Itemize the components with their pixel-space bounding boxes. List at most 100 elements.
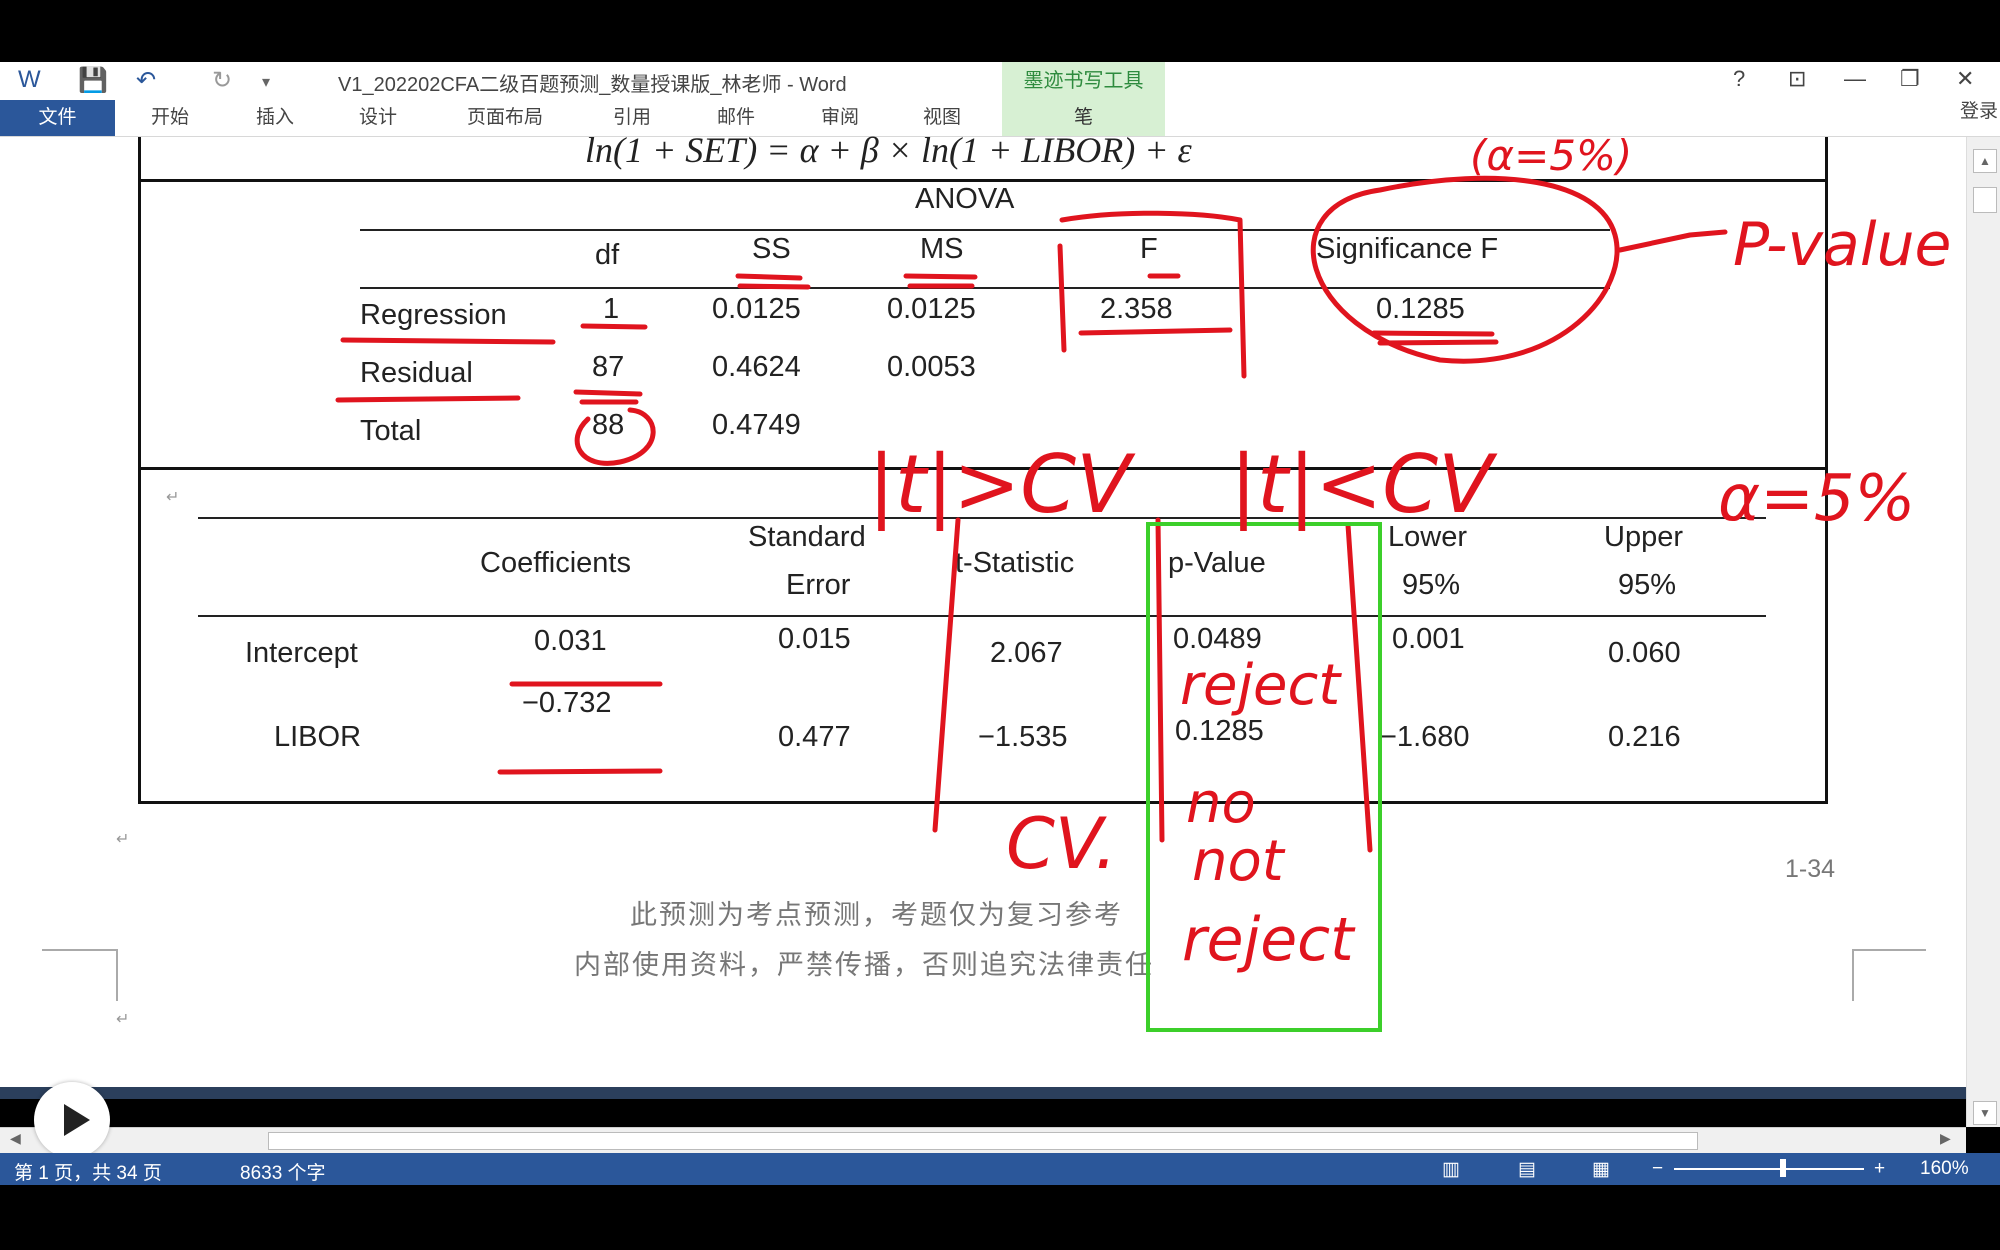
redo-icon[interactable]: ↻ bbox=[212, 66, 232, 95]
scroll-left-icon[interactable]: ◀ bbox=[10, 1130, 21, 1147]
play-button[interactable] bbox=[34, 1082, 110, 1158]
anova-cell-ss: 0.4749 bbox=[712, 409, 801, 441]
anova-header-df: df bbox=[595, 239, 620, 271]
anova-cell-ms: 0.0125 bbox=[887, 293, 976, 325]
coef-cell-std-error: 0.477 bbox=[778, 721, 851, 753]
coef-header-coefficients: Coefficients bbox=[480, 547, 631, 579]
anova-row-label: Total bbox=[360, 415, 422, 447]
print-layout-icon[interactable]: ▤ bbox=[1518, 1158, 1536, 1181]
coef-header-bottom-rule bbox=[198, 615, 1766, 617]
help-button[interactable]: ? bbox=[1733, 66, 1745, 92]
coef-row-label: LIBOR bbox=[274, 721, 362, 753]
table-border-left bbox=[138, 137, 141, 804]
coef-header-standard: Standard bbox=[748, 521, 866, 553]
document-title: V1_202202CFA二级百题预测_数量授课版_林老师 - Word bbox=[338, 74, 847, 96]
tab-home[interactable]: 开始 bbox=[140, 100, 200, 136]
scroll-down-icon[interactable]: ▼ bbox=[1973, 1101, 1997, 1125]
coef-header-upper-95: 95% bbox=[1618, 569, 1677, 601]
close-button[interactable]: ✕ bbox=[1956, 66, 1974, 92]
tab-insert[interactable]: 插入 bbox=[245, 100, 305, 136]
zoom-out-icon[interactable]: − bbox=[1652, 1158, 1663, 1180]
coef-header-rule bbox=[198, 517, 1766, 519]
paragraph-mark: ↵ bbox=[116, 831, 130, 848]
anova-cell-df: 87 bbox=[592, 351, 625, 383]
crop-mark bbox=[1852, 949, 1854, 1001]
coef-header-t-statistic: t-Statistic bbox=[955, 547, 1075, 579]
coef-cell-coefficient: 0.031 bbox=[534, 625, 607, 657]
sign-in-link[interactable]: 登录 bbox=[1960, 96, 1998, 123]
anova-row-label: Regression bbox=[360, 299, 507, 331]
read-mode-icon[interactable]: ▥ bbox=[1442, 1158, 1460, 1181]
coef-header-error: Error bbox=[786, 569, 851, 601]
anova-header-rule bbox=[360, 229, 1610, 231]
ink-tools-contextual-title: 墨迹书写工具 bbox=[1002, 62, 1165, 100]
anova-cell-significance-f: 0.1285 bbox=[1376, 293, 1465, 325]
coef-cell-p-value: 0.0489 bbox=[1173, 623, 1262, 655]
coef-cell-lower: 0.001 bbox=[1392, 623, 1465, 655]
anova-cell-df: 1 bbox=[603, 293, 620, 325]
tab-file[interactable]: 文件 bbox=[0, 100, 115, 136]
coef-cell-t-stat: 2.067 bbox=[990, 637, 1063, 669]
coef-header-lower: Lower bbox=[1388, 521, 1467, 553]
coef-header-lower-95: 95% bbox=[1402, 569, 1461, 601]
coef-cell-std-error: 0.015 bbox=[778, 623, 851, 655]
tab-design[interactable]: 设计 bbox=[348, 100, 408, 136]
word-count-status[interactable]: 8633 个字 bbox=[240, 1158, 326, 1185]
coef-row-label: Intercept bbox=[245, 637, 358, 669]
crop-mark bbox=[116, 949, 118, 1001]
zoom-in-icon[interactable]: + bbox=[1874, 1158, 1885, 1180]
undo-icon[interactable]: ↶ bbox=[136, 66, 156, 95]
coef-header-p-value: p-Value bbox=[1168, 547, 1266, 579]
anova-cell-ms: 0.0053 bbox=[887, 351, 976, 383]
coef-cell-p-value: 0.1285 bbox=[1175, 715, 1264, 747]
anova-row-label: Residual bbox=[360, 357, 473, 389]
table-border-top bbox=[138, 179, 1828, 182]
footer-disclaimer-1: 此预测为考点预测，考题仅为复习参考 bbox=[630, 900, 1123, 930]
anova-cell-f: 2.358 bbox=[1100, 293, 1173, 325]
save-icon[interactable]: 💾 bbox=[78, 66, 108, 95]
page-count-status[interactable]: 第 1 页，共 34 页 bbox=[14, 1158, 162, 1185]
status-bar: 第 1 页，共 34 页 8633 个字 ▥ ▤ ▦ − + 160% bbox=[0, 1153, 2000, 1185]
anova-title: ANOVA bbox=[915, 183, 1015, 215]
anova-header-bottom-rule bbox=[360, 287, 1610, 289]
coef-header-upper: Upper bbox=[1604, 521, 1683, 553]
coef-cell-coefficient: −0.732 bbox=[522, 687, 612, 719]
zoom-slider-track[interactable] bbox=[1674, 1168, 1864, 1170]
table-divider bbox=[138, 467, 1828, 470]
web-layout-icon[interactable]: ▦ bbox=[1592, 1158, 1610, 1181]
page-number: 1-34 bbox=[1785, 855, 1836, 883]
scroll-thumb[interactable] bbox=[1973, 187, 1997, 213]
vertical-scrollbar[interactable]: ▲ ▼ bbox=[1966, 137, 2000, 1127]
horizontal-scroll-thumb[interactable] bbox=[268, 1132, 1698, 1150]
zoom-slider-handle[interactable] bbox=[1780, 1159, 1786, 1177]
restore-button[interactable]: ❐ bbox=[1900, 66, 1920, 92]
crop-mark bbox=[1852, 949, 1926, 951]
scroll-up-icon[interactable]: ▲ bbox=[1973, 149, 1997, 173]
customize-quick-access-icon[interactable]: ▾ bbox=[262, 72, 270, 92]
paragraph-mark: ↵ bbox=[116, 1011, 130, 1028]
table-border-bottom bbox=[138, 801, 1828, 804]
anova-header-f: F bbox=[1140, 233, 1158, 265]
horizontal-scrollbar[interactable]: ◀ ▶ bbox=[0, 1127, 1966, 1154]
coef-cell-lower: −1.680 bbox=[1380, 721, 1470, 753]
anova-cell-ss: 0.0125 bbox=[712, 293, 801, 325]
anova-cell-df: 88 bbox=[592, 409, 625, 441]
zoom-level[interactable]: 160% bbox=[1920, 1158, 1969, 1180]
anova-header-ss: SS bbox=[752, 233, 791, 265]
tab-page-layout[interactable]: 页面布局 bbox=[455, 100, 555, 136]
crop-mark bbox=[42, 949, 116, 951]
page-divider-bar bbox=[0, 1087, 1966, 1099]
regression-equation: ln(1 + SET) = α + β × ln(1 + LIBOR) + ε bbox=[585, 130, 1192, 170]
table-border-right bbox=[1825, 137, 1828, 804]
minimize-button[interactable]: — bbox=[1844, 66, 1866, 92]
paragraph-mark: ↵ bbox=[166, 489, 180, 506]
ribbon-display-options-button[interactable]: ⊡ bbox=[1788, 66, 1806, 92]
coef-cell-upper: 0.060 bbox=[1608, 637, 1681, 669]
anova-header-ms: MS bbox=[920, 233, 964, 265]
coef-cell-upper: 0.216 bbox=[1608, 721, 1681, 753]
footer-disclaimer-2: 内部使用资料，严禁传播，否则追究法律责任 bbox=[574, 950, 1154, 980]
word-logo-icon: W bbox=[18, 66, 41, 93]
anova-cell-ss: 0.4624 bbox=[712, 351, 801, 383]
coef-cell-t-stat: −1.535 bbox=[978, 721, 1068, 753]
scroll-right-icon[interactable]: ▶ bbox=[1940, 1130, 1951, 1147]
